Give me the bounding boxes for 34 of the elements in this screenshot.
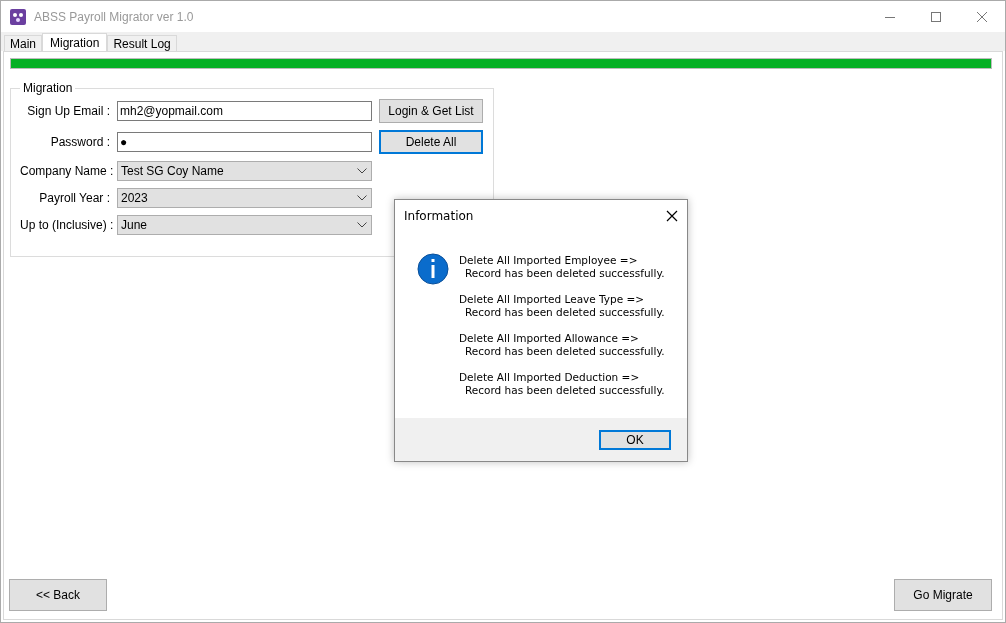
message-heading: Delete All Imported Employee => [459,254,639,267]
maximize-icon [931,11,941,22]
message-heading: Delete All Imported Deduction => [459,371,641,384]
dropdown[interactable]: Test SG Coy Name [117,161,372,181]
chevron-icon [357,195,367,201]
migrate-button[interactable]: Go Migrate [894,579,992,611]
chevron-icon [357,222,367,228]
message-heading: Delete All Imported Leave Type => [459,293,646,306]
dialog-title: Information [404,209,474,223]
close-icon [666,210,678,222]
input-field[interactable]: mh2@yopmail.com [117,101,372,121]
chevron-icon [357,168,367,174]
message-detail: Record has been deleted successfully. [464,384,665,397]
message-heading: Delete All Imported Allowance => [459,332,640,345]
action-button[interactable]: Delete All [379,130,483,154]
message-detail: Record has been deleted successfully. [464,267,665,280]
message-detail: Record has been deleted successfully. [464,306,665,319]
dropdown[interactable]: June [117,215,372,235]
ok-button[interactable]: OK [599,429,671,450]
group-title: Migration [22,81,74,95]
message-detail: Record has been deleted successfully. [464,345,665,358]
tab[interactable]: Result Log [107,35,177,51]
dropdown[interactable]: 2023 [117,188,372,208]
field-label: Sign Up Email : [26,104,110,118]
action-button[interactable]: Login & Get List [379,99,483,123]
field-label: Payroll Year : [38,191,110,205]
close-icon [977,11,987,22]
input-field[interactable]: ● [117,132,372,152]
tab[interactable]: Main [4,35,42,51]
field-label: Password : [49,135,110,149]
information-icon [417,253,449,285]
window-title: ABSS Payroll Migrator ver 1.0 [34,9,195,24]
back-button[interactable]: << Back [9,579,107,611]
app-icon [10,8,26,25]
